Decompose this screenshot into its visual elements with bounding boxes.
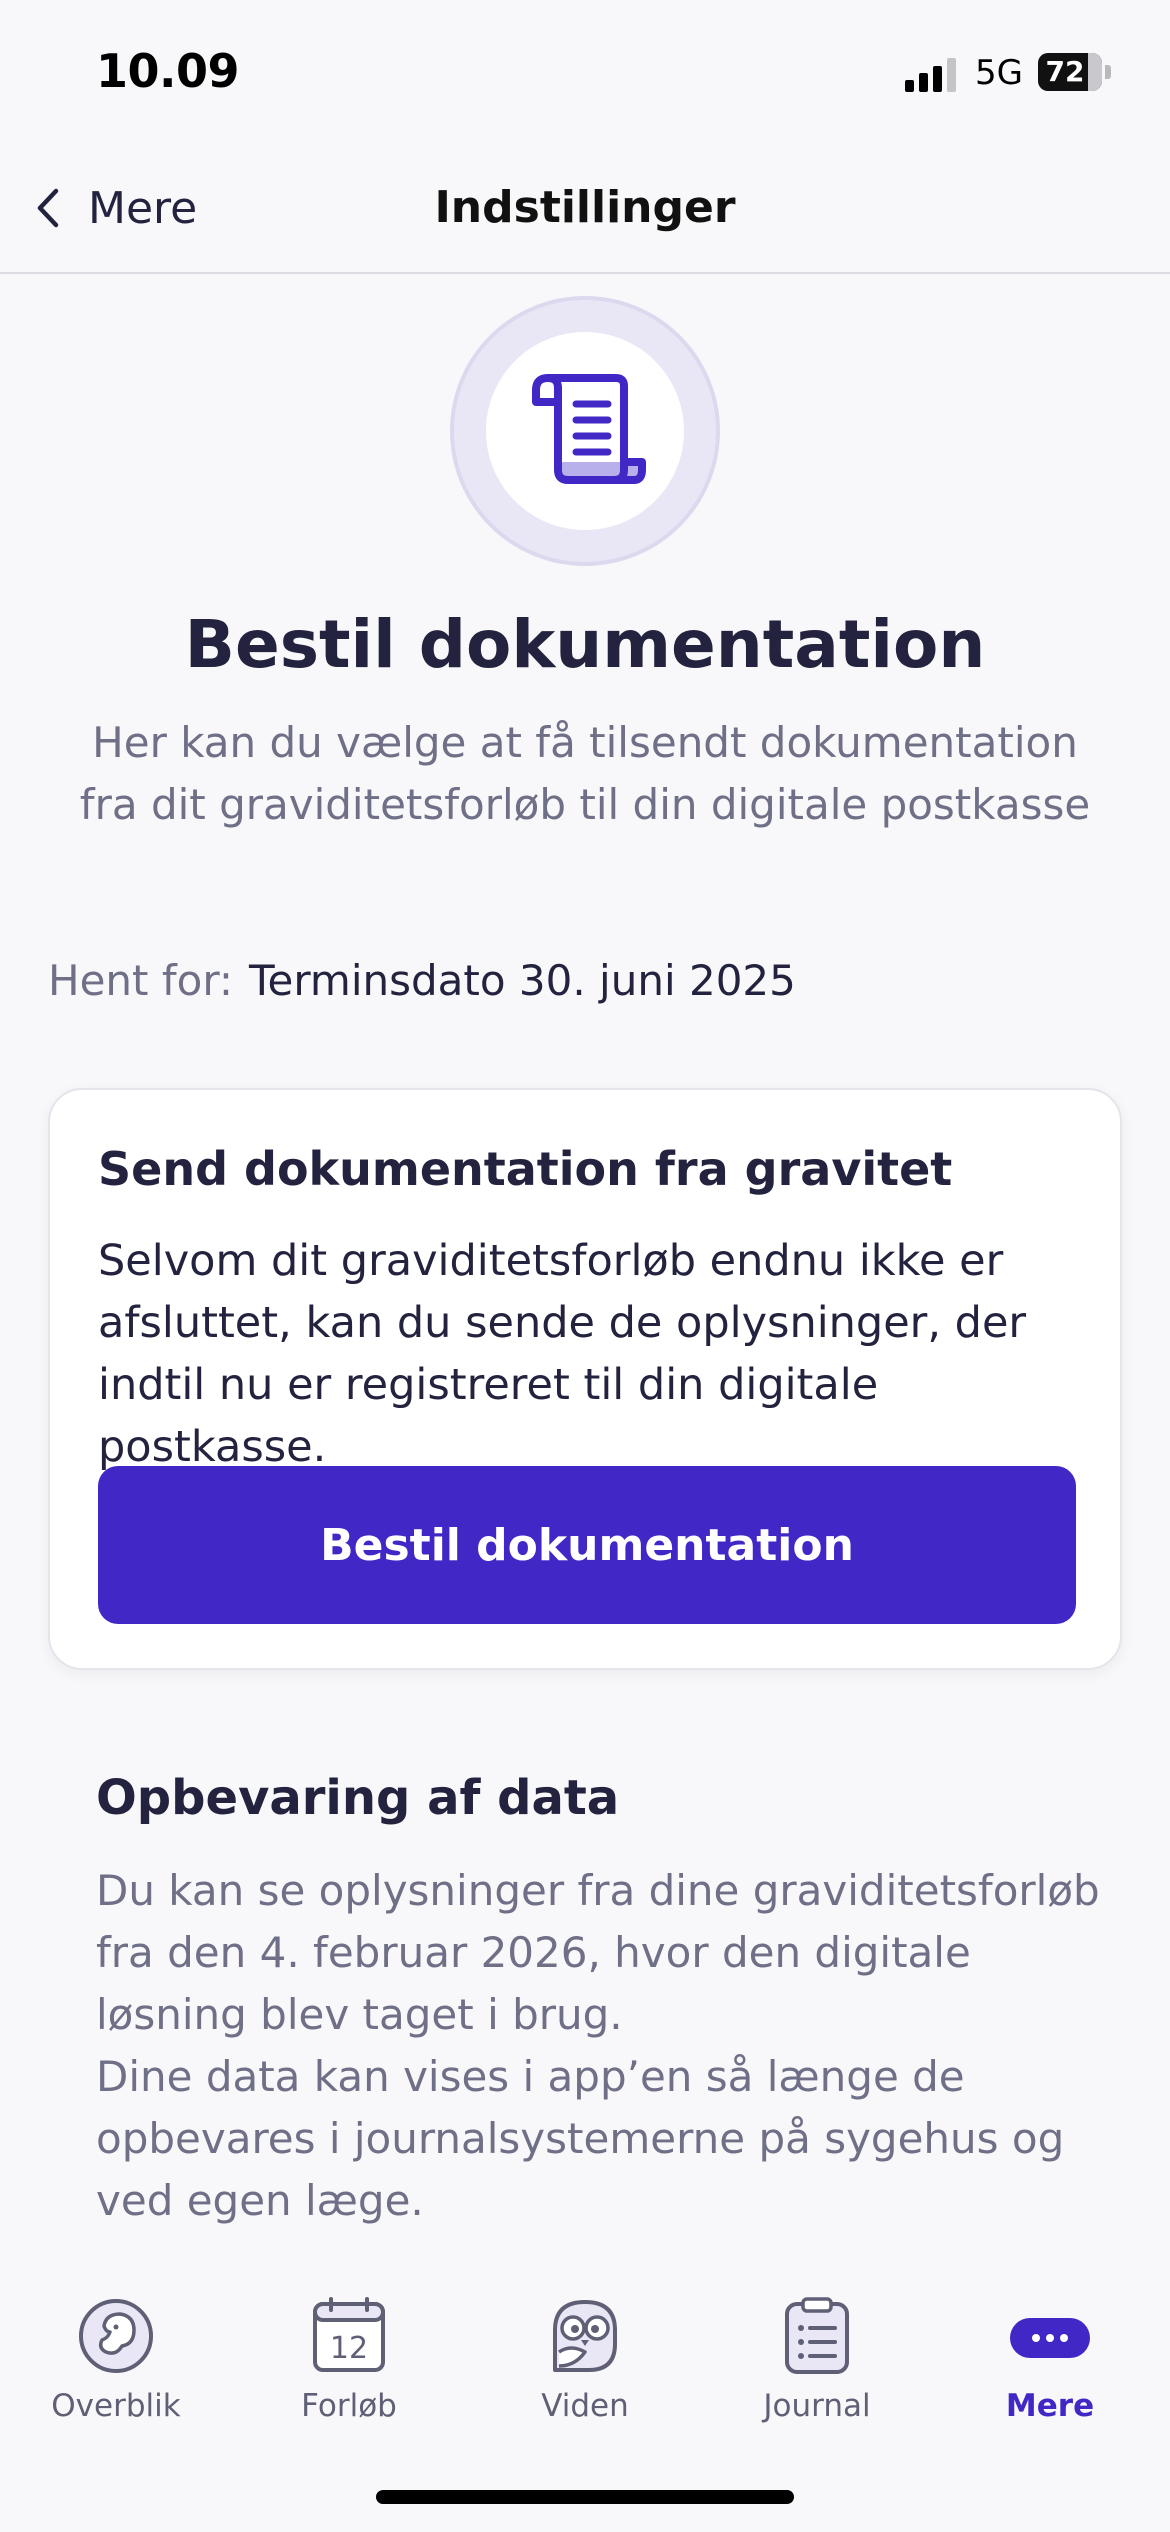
card-title: Send dokumentation fra gravitet [98, 1142, 953, 1196]
send-documentation-card: Send dokumentation fra gravitet Selvom d… [48, 1088, 1122, 1670]
card-body: Selvom dit graviditetsforløb endnu ikke … [98, 1236, 1027, 1472]
battery-tip [1105, 65, 1111, 79]
tab-label: Forløb [301, 2388, 397, 2424]
fetch-for-label: Hent for: [48, 956, 234, 1005]
signal-icon [905, 58, 957, 92]
screen: 10.09 5G 72 Mere Indstillinger Bestil do… [0, 0, 1170, 2532]
tab-mere[interactable]: Mere [950, 2296, 1150, 2446]
tab-viden[interactable]: Viden [485, 2296, 685, 2446]
owl-icon [553, 2300, 617, 2372]
data-storage-body: Du kan se oplysninger fra dine gravidite… [96, 1866, 1100, 2225]
battery-level: 72 [1045, 55, 1085, 88]
home-indicator[interactable] [376, 2490, 794, 2504]
baby-icon [79, 2299, 153, 2373]
more-icon [1010, 2318, 1090, 2358]
network-type: 5G [975, 53, 1023, 93]
hero-title: Bestil dokumentation [184, 606, 986, 683]
scroll-document-icon [532, 374, 646, 484]
clipboard-icon [785, 2297, 849, 2374]
tab-label: Overblik [51, 2388, 181, 2424]
calendar-number: 12 [330, 2331, 368, 2366]
data-storage-title: Opbevaring af data [96, 1770, 620, 1826]
navigation-bar: Mere Indstillinger [0, 140, 1170, 274]
tab-journal[interactable]: Journal [717, 2296, 917, 2446]
battery-icon: 72 [1038, 53, 1102, 91]
tab-label: Mere [1005, 2388, 1095, 2424]
calendar-icon: 12 [313, 2297, 385, 2372]
order-documentation-button[interactable]: Bestil dokumentation [98, 1466, 1076, 1624]
tab-forloeb[interactable]: 12 Forløb [249, 2296, 449, 2446]
status-time: 10.09 [96, 44, 240, 98]
tab-overblik[interactable]: Overblik [16, 2296, 216, 2446]
tab-label: Journal [763, 2388, 871, 2424]
tab-label: Viden [541, 2388, 629, 2424]
fetch-for-row: Hent for: Terminsdato 30. juni 2025 [48, 956, 796, 1005]
document-icon-badge [450, 296, 720, 566]
page-title: Indstillinger [434, 182, 736, 233]
hero-subtitle: Her kan du vælge at få tilsendt dokument… [79, 718, 1091, 829]
status-bar: 10.09 5G 72 [0, 0, 1170, 140]
due-date-value: Terminsdato 30. juni 2025 [249, 956, 796, 1005]
